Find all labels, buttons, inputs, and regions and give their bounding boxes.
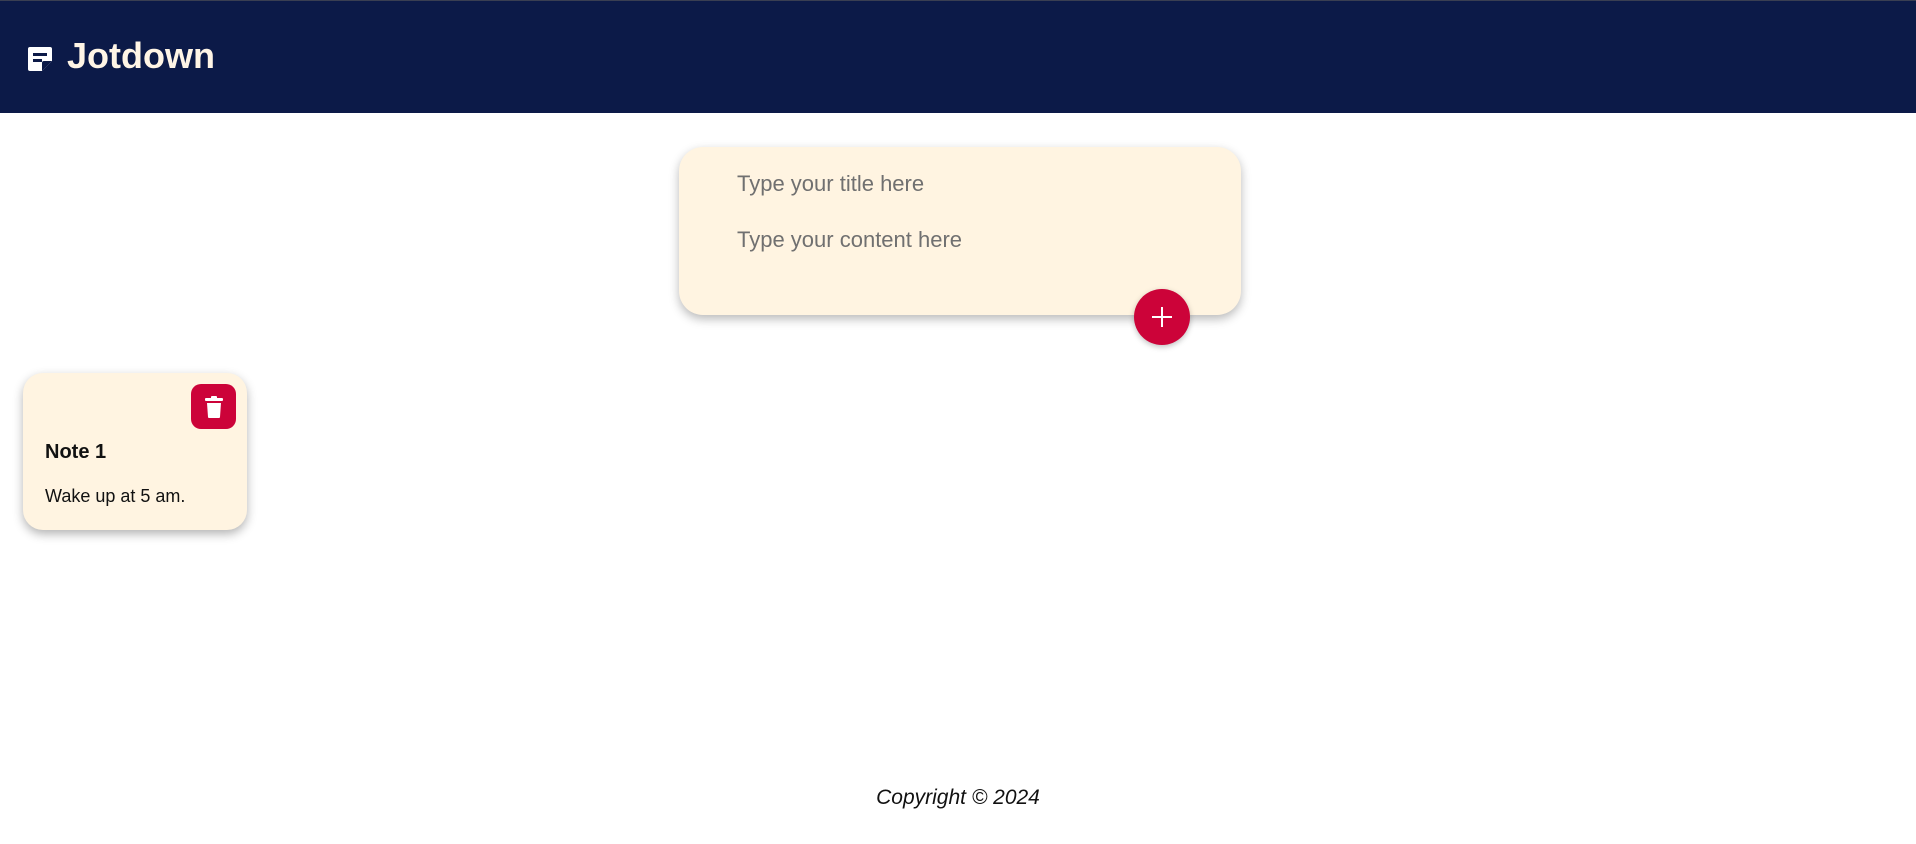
plus-icon xyxy=(1152,307,1172,327)
app-title: Jotdown xyxy=(67,35,215,76)
note-icon xyxy=(28,47,52,71)
note-content-input[interactable] xyxy=(737,225,1197,255)
note-title: Note 1 xyxy=(45,441,107,463)
delete-note-button[interactable] xyxy=(191,384,236,429)
note-content: Wake up at 5 am. xyxy=(45,486,186,506)
app-header: Jotdown xyxy=(0,0,1916,113)
add-note-button[interactable] xyxy=(1134,289,1190,345)
footer: Copyright © 2024 xyxy=(0,786,1916,810)
note-title-input[interactable] xyxy=(737,169,1197,199)
trash-icon xyxy=(204,395,223,418)
copyright-text: Copyright © 2024 xyxy=(876,786,1040,809)
note-card: Note 1 Wake up at 5 am. xyxy=(23,373,247,530)
